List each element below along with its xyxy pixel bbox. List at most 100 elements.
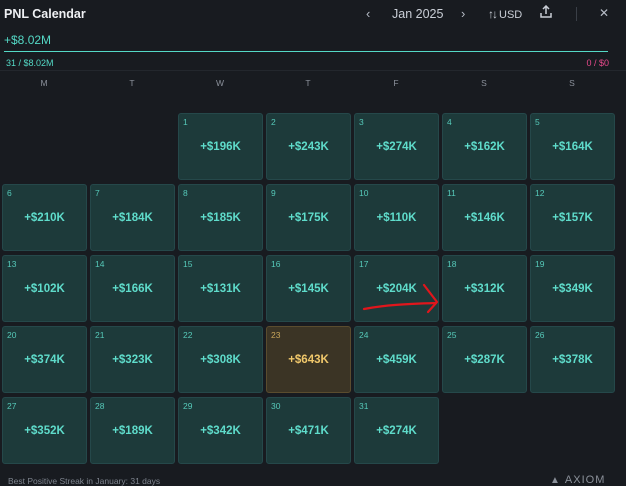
day-number: 14 (95, 259, 105, 269)
weekday-fri: F (393, 78, 399, 88)
weekday-header: M T W T F S S (0, 78, 626, 90)
day-cell[interactable]: 16 +$145K (266, 255, 351, 322)
day-cell[interactable]: 22 +$308K (178, 326, 263, 393)
weekday-wed: W (215, 78, 225, 88)
day-pnl-value: +$308K (200, 354, 241, 366)
day-cell[interactable]: 26 +$378K (530, 326, 615, 393)
day-pnl-value: +$131K (200, 283, 241, 295)
day-number: 26 (535, 330, 545, 340)
day-cell[interactable]: 28 +$189K (90, 397, 175, 464)
total-pnl: +$8.02M (4, 33, 52, 47)
day-pnl-value: +$459K (376, 354, 417, 366)
day-pnl-value: +$374K (24, 354, 65, 366)
day-cell[interactable]: 4 +$162K (442, 113, 527, 180)
weekday-sat: S (481, 78, 487, 88)
calendar-header: PNL Calendar ‹ Jan 2025 › ↑↓ USD ✕ (0, 0, 626, 28)
page-title: PNL Calendar (4, 7, 86, 21)
day-number: 31 (359, 401, 369, 411)
month-label: Jan 2025 (392, 7, 444, 21)
day-number: 10 (359, 188, 369, 198)
day-cell[interactable]: 12 +$157K (530, 184, 615, 251)
day-pnl-value: +$146K (464, 212, 505, 224)
day-number: 1 (183, 117, 188, 127)
day-cell[interactable]: 2 +$243K (266, 113, 351, 180)
prev-month-button[interactable]: ‹ (366, 6, 370, 21)
day-cell[interactable]: 6 +$210K (2, 184, 87, 251)
day-pnl-value: +$378K (552, 354, 593, 366)
day-cell[interactable]: 23 +$643K (266, 326, 351, 393)
day-number: 13 (7, 259, 17, 269)
day-number: 9 (271, 188, 276, 198)
day-cell[interactable]: 9 +$175K (266, 184, 351, 251)
day-pnl-value: +$349K (552, 283, 593, 295)
day-cell[interactable]: 13 +$102K (2, 255, 87, 322)
day-number: 27 (7, 401, 17, 411)
day-pnl-value: +$471K (288, 425, 329, 437)
day-number: 12 (535, 188, 545, 198)
day-cell[interactable]: 24 +$459K (354, 326, 439, 393)
day-number: 7 (95, 188, 100, 198)
day-pnl-value: +$352K (24, 425, 65, 437)
share-icon (540, 4, 552, 18)
axiom-logo: ▲ AXIOM (550, 474, 605, 486)
close-button[interactable]: ✕ (599, 6, 609, 20)
day-number: 18 (447, 259, 457, 269)
day-number: 30 (271, 401, 281, 411)
win-summary: 31 / $8.02M (6, 58, 54, 68)
day-cell[interactable]: 1 +$196K (178, 113, 263, 180)
day-cell[interactable]: 31 +$274K (354, 397, 439, 464)
day-cell[interactable]: 21 +$323K (90, 326, 175, 393)
day-cell[interactable]: 14 +$166K (90, 255, 175, 322)
loss-summary: 0 / $0 (586, 58, 609, 68)
day-number: 22 (183, 330, 193, 340)
next-month-button[interactable]: › (461, 6, 465, 21)
header-divider (576, 7, 577, 21)
day-number: 20 (7, 330, 17, 340)
day-cell[interactable]: 7 +$184K (90, 184, 175, 251)
day-pnl-value: +$166K (112, 283, 153, 295)
day-number: 5 (535, 117, 540, 127)
day-pnl-value: +$102K (24, 283, 65, 295)
day-cell[interactable]: 19 +$349K (530, 255, 615, 322)
day-number: 3 (359, 117, 364, 127)
day-cell[interactable]: 15 +$131K (178, 255, 263, 322)
day-number: 21 (95, 330, 105, 340)
day-number: 2 (271, 117, 276, 127)
day-cell[interactable]: 25 +$287K (442, 326, 527, 393)
day-pnl-value: +$287K (464, 354, 505, 366)
day-cell[interactable]: 17 +$204K (354, 255, 439, 322)
day-pnl-value: +$312K (464, 283, 505, 295)
day-pnl-value: +$210K (24, 212, 65, 224)
day-pnl-value: +$185K (200, 212, 241, 224)
day-pnl-value: +$175K (288, 212, 329, 224)
day-cell[interactable]: 27 +$352K (2, 397, 87, 464)
day-number: 6 (7, 188, 12, 198)
day-cell[interactable]: 20 +$374K (2, 326, 87, 393)
day-cell[interactable]: 8 +$185K (178, 184, 263, 251)
logo-text: AXIOM (564, 474, 606, 486)
day-pnl-value: +$189K (112, 425, 153, 437)
day-cell[interactable]: 3 +$274K (354, 113, 439, 180)
day-pnl-value: +$145K (288, 283, 329, 295)
day-pnl-value: +$164K (552, 141, 593, 153)
axiom-logo-icon: ▲ (550, 475, 561, 486)
weekday-tue: T (129, 78, 135, 88)
day-cell[interactable]: 10 +$110K (354, 184, 439, 251)
day-number: 29 (183, 401, 193, 411)
day-number: 8 (183, 188, 188, 198)
day-cell[interactable]: 5 +$164K (530, 113, 615, 180)
day-pnl-value: +$342K (200, 425, 241, 437)
weekday-thu: T (305, 78, 311, 88)
currency-toggle[interactable]: ↑↓ USD (488, 7, 522, 21)
share-button[interactable] (540, 4, 552, 24)
weekday-sun: S (569, 78, 575, 88)
weekday-mon: M (40, 78, 48, 88)
day-cell[interactable]: 18 +$312K (442, 255, 527, 322)
day-pnl-value: +$196K (200, 141, 241, 153)
day-cell[interactable]: 29 +$342K (178, 397, 263, 464)
day-cell[interactable]: 30 +$471K (266, 397, 351, 464)
day-cell[interactable]: 11 +$146K (442, 184, 527, 251)
day-pnl-value: +$274K (376, 141, 417, 153)
day-number: 15 (183, 259, 193, 269)
day-number: 25 (447, 330, 457, 340)
